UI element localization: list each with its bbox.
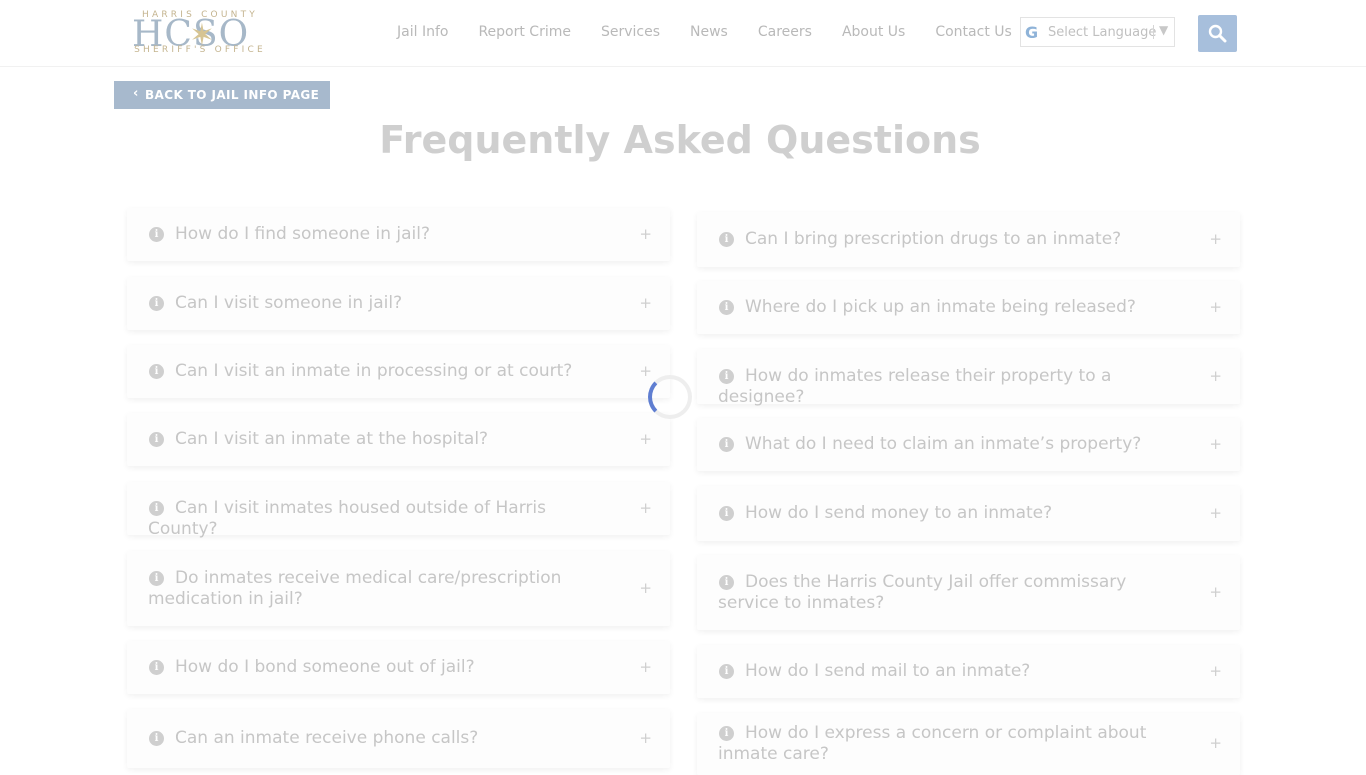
loading-spinner-icon [648, 375, 692, 419]
site-header: HARRIS COUNTY HCSO ✶ SHERIFF'S OFFICE Ja… [0, 0, 1366, 67]
search-icon [1208, 24, 1227, 43]
dropdown-arrow-icon: ▼ [1159, 23, 1169, 37]
expand-plus-icon[interactable]: + [1209, 734, 1222, 752]
expand-plus-icon[interactable]: + [1209, 583, 1222, 601]
faq-question: Can I visit an inmate at the hospital? [175, 429, 489, 449]
expand-plus-icon[interactable]: + [1209, 367, 1222, 385]
faq-item[interactable]: i Can I visit an inmate at the hospital? + [127, 413, 670, 466]
chevron-left-icon: ‹ [133, 86, 139, 101]
nav-careers[interactable]: Careers [758, 24, 812, 42]
nav-jail-info[interactable]: Jail Info [397, 24, 448, 42]
faq-item[interactable]: i Does the Harris County Jail offer commi… [697, 555, 1240, 630]
expand-plus-icon[interactable]: + [1209, 298, 1222, 316]
faq-item[interactable]: i Can I bring prescription drugs to an in… [697, 212, 1240, 267]
expand-plus-icon[interactable]: + [1209, 662, 1222, 680]
faq-question: Can I bring prescription drugs to an inm… [745, 229, 1122, 249]
faq-item[interactable]: i What do I need to claim an inmate’s pro… [697, 418, 1240, 471]
faq-item[interactable]: i Can an inmate receive phone calls? + [127, 709, 670, 768]
back-button-label: BACK TO JAIL INFO PAGE [145, 88, 320, 102]
faq-question: How do I express a concern or complaint … [718, 723, 1147, 764]
faq-question: What do I need to claim an inmate’s prop… [745, 434, 1142, 454]
faq-question: Can I visit an inmate in processing or a… [175, 361, 573, 381]
nav-services[interactable]: Services [601, 24, 660, 42]
faq-question: How do I find someone in jail? [175, 224, 431, 244]
faq-question: How do I bond someone out of jail? [175, 657, 475, 677]
page-title: Frequently Asked Questions [379, 118, 981, 162]
faq-question: Does the Harris County Jail offer commis… [718, 572, 1127, 613]
nav-contact-us[interactable]: Contact Us [935, 24, 1011, 42]
search-button[interactable] [1198, 15, 1237, 52]
main-nav: Jail Info Report Crime Services News Car… [397, 24, 1042, 42]
logo-bottom-text: SHERIFF'S OFFICE [134, 45, 266, 55]
faq-item[interactable]: i How do I find someone in jail? + [127, 208, 670, 261]
faq-item[interactable]: i How do inmates release their property t… [697, 349, 1240, 407]
expand-plus-icon[interactable]: + [639, 658, 652, 676]
faq-item[interactable]: i How do I send mail to an inmate? + [697, 645, 1240, 698]
expand-plus-icon[interactable]: + [639, 499, 652, 517]
faq-item[interactable]: i Where do I pick up an inmate being rele… [697, 281, 1240, 334]
faq-question: Can I visit inmates housed outside of Ha… [148, 498, 546, 539]
faq-item[interactable]: i Can I visit an inmate in processing or … [127, 345, 670, 398]
expand-plus-icon[interactable]: + [1209, 230, 1222, 248]
hcso-logo[interactable]: HARRIS COUNTY HCSO ✶ SHERIFF'S OFFICE [130, 10, 272, 56]
back-to-jail-info-button[interactable]: ‹ BACK TO JAIL INFO PAGE [114, 81, 330, 109]
language-select-divider [1153, 25, 1154, 39]
faq-question: Can I visit someone in jail? [175, 293, 403, 313]
expand-plus-icon[interactable]: + [639, 294, 652, 312]
faq-item[interactable]: i Do inmates receive medical care/prescri… [127, 551, 670, 626]
faq-item[interactable]: i Can I visit someone in jail? + [127, 277, 670, 330]
faq-question: How do inmates release their property to… [718, 366, 1112, 407]
expand-plus-icon[interactable]: + [639, 362, 652, 380]
nav-news[interactable]: News [690, 24, 728, 42]
faq-item[interactable]: i How do I bond someone out of jail? + [127, 641, 670, 694]
expand-plus-icon[interactable]: + [1209, 435, 1222, 453]
google-icon: G [1025, 23, 1039, 42]
expand-plus-icon[interactable]: + [1209, 504, 1222, 522]
expand-plus-icon[interactable]: + [639, 430, 652, 448]
expand-plus-icon[interactable]: + [639, 579, 652, 597]
faq-item[interactable]: i Can I visit inmates housed outside of H… [127, 482, 670, 539]
language-select[interactable]: G Select Language ▼ [1020, 17, 1175, 47]
nav-about-us[interactable]: About Us [842, 24, 905, 42]
expand-plus-icon[interactable]: + [639, 225, 652, 243]
faq-question: How do I send money to an inmate? [745, 503, 1053, 523]
faq-question: Do inmates receive medical care/prescrip… [148, 568, 562, 609]
expand-plus-icon[interactable]: + [639, 729, 652, 747]
nav-report-crime[interactable]: Report Crime [478, 24, 571, 42]
faq-question: How do I send mail to an inmate? [745, 661, 1031, 681]
language-select-value: Select Language [1048, 25, 1157, 40]
faq-item[interactable]: i How do I express a concern or complaint… [697, 713, 1240, 775]
faq-question: Where do I pick up an inmate being relea… [745, 297, 1136, 317]
faq-question: Can an inmate receive phone calls? [175, 728, 479, 748]
faq-item[interactable]: i How do I send money to an inmate? + [697, 486, 1240, 541]
